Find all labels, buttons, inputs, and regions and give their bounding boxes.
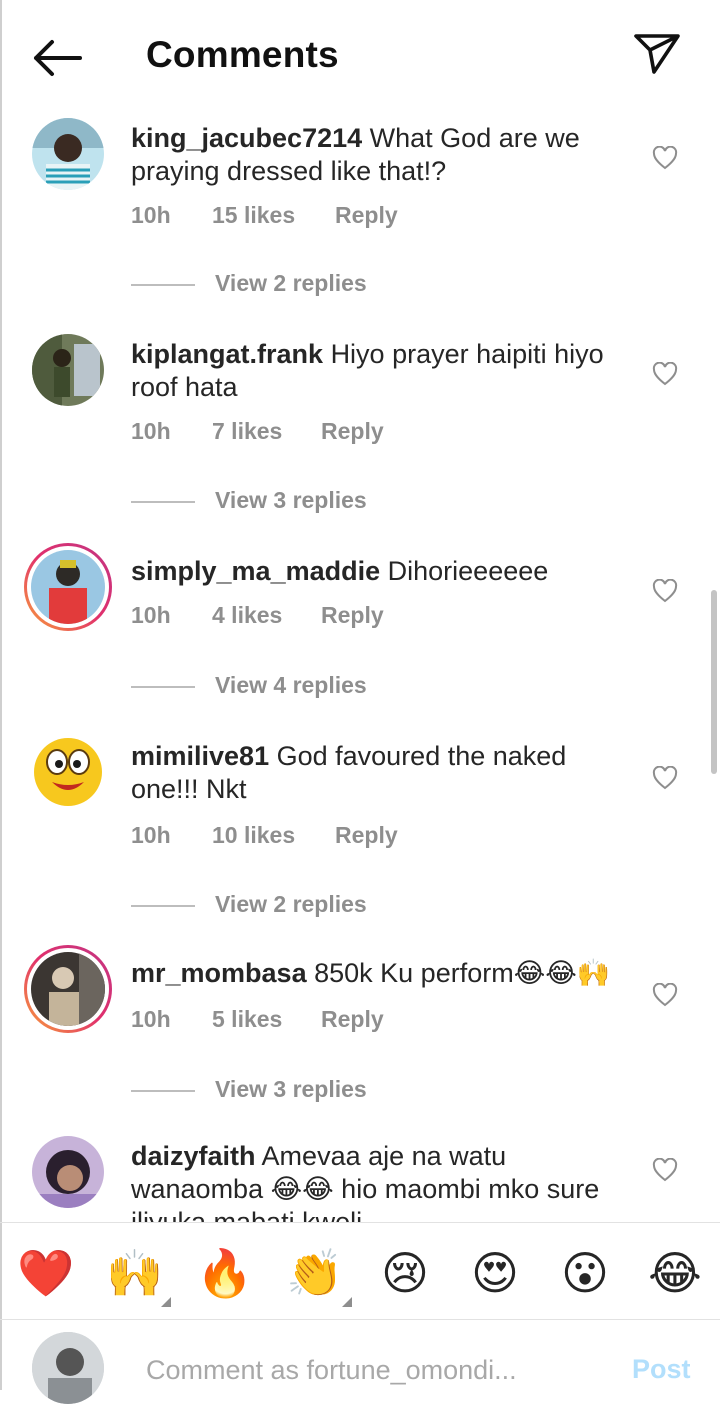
- header: Comments: [0, 0, 720, 110]
- comment-likes[interactable]: 5 likes: [212, 1006, 282, 1033]
- send-direct-icon[interactable]: [632, 30, 682, 76]
- comment-username[interactable]: kiplangat.frank: [131, 339, 323, 369]
- replies-divider: [131, 1090, 195, 1092]
- comment-username[interactable]: king_jacubec7214: [131, 123, 362, 153]
- replies-divider: [131, 905, 195, 907]
- comment-time: 10h: [131, 1006, 171, 1032]
- like-heart-icon[interactable]: [652, 362, 678, 386]
- reply-button[interactable]: Reply: [335, 822, 398, 849]
- comments-list[interactable]: king_jacubec7214 What God are we praying…: [0, 110, 720, 1222]
- replies-divider: [131, 284, 195, 286]
- clapping-hands-emoji-button[interactable]: 👏: [286, 1245, 344, 1301]
- like-heart-icon[interactable]: [652, 146, 678, 170]
- avatar[interactable]: [32, 118, 104, 190]
- skin-tone-indicator-icon: [342, 1297, 352, 1307]
- reply-button[interactable]: Reply: [321, 602, 384, 629]
- comment-likes[interactable]: 10 likes: [212, 822, 295, 849]
- avatar-with-story-ring[interactable]: [24, 543, 112, 631]
- comment-time: 10h: [131, 202, 171, 228]
- tears-of-joy-emoji-button[interactable]: 😂: [646, 1245, 704, 1301]
- comment-username[interactable]: mimilive81: [131, 741, 269, 771]
- red-heart-emoji-button[interactable]: ❤️: [17, 1245, 75, 1301]
- avatar[interactable]: [32, 334, 104, 406]
- comment-text: 850k Ku perform😂😂🙌: [314, 958, 611, 988]
- comment-username[interactable]: mr_mombasa: [131, 958, 307, 988]
- scrollbar-thumb[interactable]: [711, 590, 717, 774]
- comment-text: Dihorieeeeee: [387, 556, 549, 586]
- heart-eyes-emoji-button[interactable]: 😍: [466, 1245, 524, 1301]
- comment-composer: Post: [0, 1320, 720, 1404]
- comment-likes[interactable]: 15 likes: [212, 202, 295, 229]
- surprised-face-emoji-button[interactable]: 😮: [556, 1245, 614, 1301]
- comment-username[interactable]: daizyfaith: [131, 1141, 256, 1171]
- reply-button[interactable]: Reply: [321, 1006, 384, 1033]
- page-title: Comments: [146, 34, 339, 75]
- like-heart-icon[interactable]: [652, 1158, 678, 1182]
- reply-button[interactable]: Reply: [321, 418, 384, 445]
- reply-button[interactable]: Reply: [335, 202, 398, 229]
- crying-face-emoji-button[interactable]: 😢: [376, 1245, 434, 1301]
- back-arrow-icon[interactable]: [30, 36, 84, 80]
- raising-hands-emoji-button[interactable]: 🙌: [106, 1245, 164, 1301]
- avatar[interactable]: [32, 736, 104, 808]
- current-user-avatar: [32, 1332, 104, 1404]
- replies-divider: [131, 686, 195, 688]
- post-button[interactable]: Post: [632, 1354, 691, 1385]
- comment-time: 10h: [131, 418, 171, 444]
- avatar-with-story-ring[interactable]: [24, 945, 112, 1033]
- comment-time: 10h: [131, 602, 171, 628]
- like-heart-icon[interactable]: [652, 766, 678, 790]
- avatar[interactable]: [32, 1136, 104, 1208]
- comment-input[interactable]: [146, 1350, 586, 1390]
- comment-time: 10h: [131, 822, 171, 848]
- comment-username[interactable]: simply_ma_maddie: [131, 556, 380, 586]
- fire-emoji-button[interactable]: 🔥: [196, 1245, 254, 1301]
- emoji-reaction-bar: ❤️ 🙌 🔥 👏 😢 😍 😮 😂: [0, 1222, 720, 1320]
- like-heart-icon[interactable]: [652, 983, 678, 1007]
- skin-tone-indicator-icon: [161, 1297, 171, 1307]
- comment-likes[interactable]: 4 likes: [212, 602, 282, 629]
- replies-divider: [131, 501, 195, 503]
- like-heart-icon[interactable]: [652, 579, 678, 603]
- comment-likes[interactable]: 7 likes: [212, 418, 282, 445]
